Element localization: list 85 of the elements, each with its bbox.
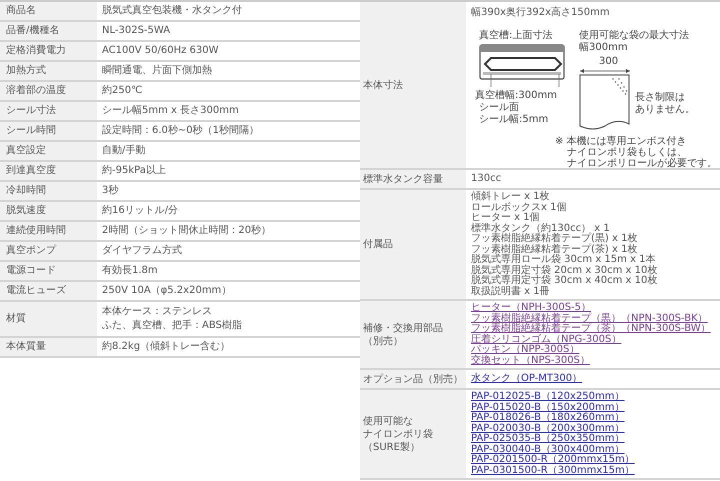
value-text: 脱気式専用ロール袋 30cm x 15m x 1本 — [471, 255, 656, 265]
diagram-label: 使用可能な袋の最大寸法 — [579, 30, 689, 41]
label-text: （SURE製） — [363, 440, 421, 454]
row-label: 真空ポンプ — [0, 242, 97, 260]
product-link[interactable]: PAP-012025-B（120x250mm） — [471, 392, 625, 402]
label-text: 補修・交換用部品 — [363, 322, 444, 334]
value-text: 傾斜トレー x 1枚 — [471, 192, 551, 202]
diagram-label: 長さ制限は — [635, 92, 685, 103]
label-text: 本体寸法 — [363, 78, 404, 92]
value-text: ふた、真空槽、把手：ABS樹脂 — [102, 319, 243, 333]
product-link[interactable]: フッ素樹脂絶縁粘着テープ（茶）（NPN-300S-BW） — [471, 324, 711, 334]
value-text: 約16リットル/分 — [102, 204, 180, 218]
notice-text: ※ 本機には専用エンボス付き — [555, 136, 687, 147]
notice-text: ナイロンポリロールが必要です。 — [567, 158, 717, 169]
value-text: 本体ケース：ステンレス — [102, 305, 213, 319]
value-text: 約-95kPa以上 — [102, 164, 167, 178]
product-link[interactable]: PAP-0201500-R（200mmx15m） — [471, 455, 635, 466]
notice-text: ナイロンポリ袋もしくは、 — [567, 147, 687, 158]
diagram-label: 真空槽:上面寸法 — [479, 30, 552, 41]
bag-drawing — [579, 74, 631, 132]
label-text: 付属品 — [363, 238, 394, 251]
product-link[interactable]: フッ素樹脂絶縁粘着テープ（黒）（NPN-300S-BK） — [471, 314, 708, 324]
product-link[interactable]: PAP-025035-B（250x350mm） — [471, 434, 625, 444]
product-link[interactable]: ヒーター（NPH-300S-5） — [471, 303, 592, 314]
value-text: 脱気式専用定寸袋 20cm x 30cm x 10枚 — [471, 266, 658, 276]
row-label: 加熱方式 — [0, 62, 97, 80]
row-label: 溶着部の温度 — [0, 82, 97, 100]
row-label: 真空設定 — [0, 142, 97, 160]
product-link[interactable]: PAP-030040-B（300x400mm） — [471, 444, 625, 455]
value-text: 250V 10A（φ5.2x20mm） — [102, 284, 232, 298]
label-text: オプション品（別売） — [363, 372, 463, 386]
value-text: NL-302S-5WA — [102, 24, 172, 38]
product-link[interactable]: パッキン（NPP-300S） — [471, 345, 580, 356]
value-text: 瞬間通電、片面下側加熱 — [102, 64, 213, 78]
label-text: 標準水タンク容量 — [363, 172, 444, 186]
row-label: 連続使用時間 — [0, 222, 97, 240]
diagram-label: シール面 — [479, 102, 519, 113]
value-text: 設定時間：6.0秒~0秒（1秒間隔） — [102, 124, 260, 138]
value-text: 幅390x奥行392x高さ150mm — [471, 6, 611, 20]
value-text: 脱気式専用定寸袋 30cm x 40cm x 10枚 — [471, 276, 658, 286]
product-link[interactable]: PAP-015020-B（150x200mm） — [471, 402, 625, 413]
value-text: 脱気式真空包装機・水タンク付 — [102, 4, 243, 18]
product-link[interactable]: PAP-0301500-R（300mmx15m） — [471, 466, 635, 476]
value-text: 有効長1.8m — [102, 264, 159, 278]
row-label: 電流ヒューズ — [0, 282, 97, 300]
diagram-label: 真空槽幅:300mm — [475, 90, 557, 101]
product-link[interactable]: PAP-020030-B（200x300mm） — [471, 424, 625, 434]
value-text: 3秒 — [102, 184, 120, 198]
diagram-label: シール幅:5mm — [479, 114, 548, 125]
product-link[interactable]: 交換セット（NPS-300S） — [471, 356, 590, 366]
row-label: 冷却時間 — [0, 182, 97, 200]
value-text: 約8.2kg（傾斜トレー含む） — [102, 340, 232, 354]
value-text: ヒーター x 1個 — [471, 213, 541, 223]
dimension-arrow — [579, 68, 631, 74]
label-text: ナイロンポリ袋 — [363, 428, 434, 440]
row-label: 品番/機種名 — [0, 22, 97, 40]
label-text: 使用可能な — [363, 414, 414, 428]
row-label: シール時間 — [0, 122, 97, 140]
value-text: ダイヤフラム方式 — [102, 244, 183, 258]
value-text: 取扱説明書 x 1冊 — [471, 286, 551, 297]
product-link[interactable]: PAP-018026-B（180x260mm） — [471, 413, 625, 424]
row-label: シール寸法 — [0, 102, 97, 120]
row-label: 定格消費電力 — [0, 42, 97, 60]
value-text: AC100V 50/60Hz 630W — [102, 44, 220, 58]
value-text: 2時間（ショット間休止時間：20秒） — [102, 224, 272, 238]
product-link[interactable]: 水タンク（OP-MT300） — [471, 372, 582, 386]
diagram-label: ありません。 — [635, 104, 695, 115]
product-link[interactable]: 圧着シリコンゴム（NPG-300S） — [471, 334, 622, 345]
value-text: フッ素樹脂絶縁粘着テープ(黒) x 1枚 — [471, 234, 638, 244]
row-label: 材質 — [0, 302, 97, 336]
value-text: ロールボックスx 1個 — [471, 202, 568, 212]
value-text: 約250℃ — [102, 84, 144, 98]
row-label: 電源コード — [0, 262, 97, 280]
value-text: フッ素樹脂絶縁粘着テープ(茶) x 1枚 — [471, 244, 638, 254]
row-label: 脱気速度 — [0, 202, 97, 220]
diagram-label: 幅300mm — [579, 42, 628, 53]
row-label: 商品名 — [0, 2, 97, 20]
value-text: シール幅5mm x 長さ300mm — [102, 104, 240, 118]
row-label: 本体質量 — [0, 338, 97, 356]
dimension-label: 300 — [599, 56, 618, 67]
label-text: （別売） — [363, 334, 404, 348]
value-text: 標準水タンク（約130cc） x 1 — [471, 224, 611, 234]
value-text: 自動/手動 — [102, 144, 146, 158]
value-text: 130cc — [471, 172, 502, 186]
row-label: 到達真空度 — [0, 162, 97, 180]
